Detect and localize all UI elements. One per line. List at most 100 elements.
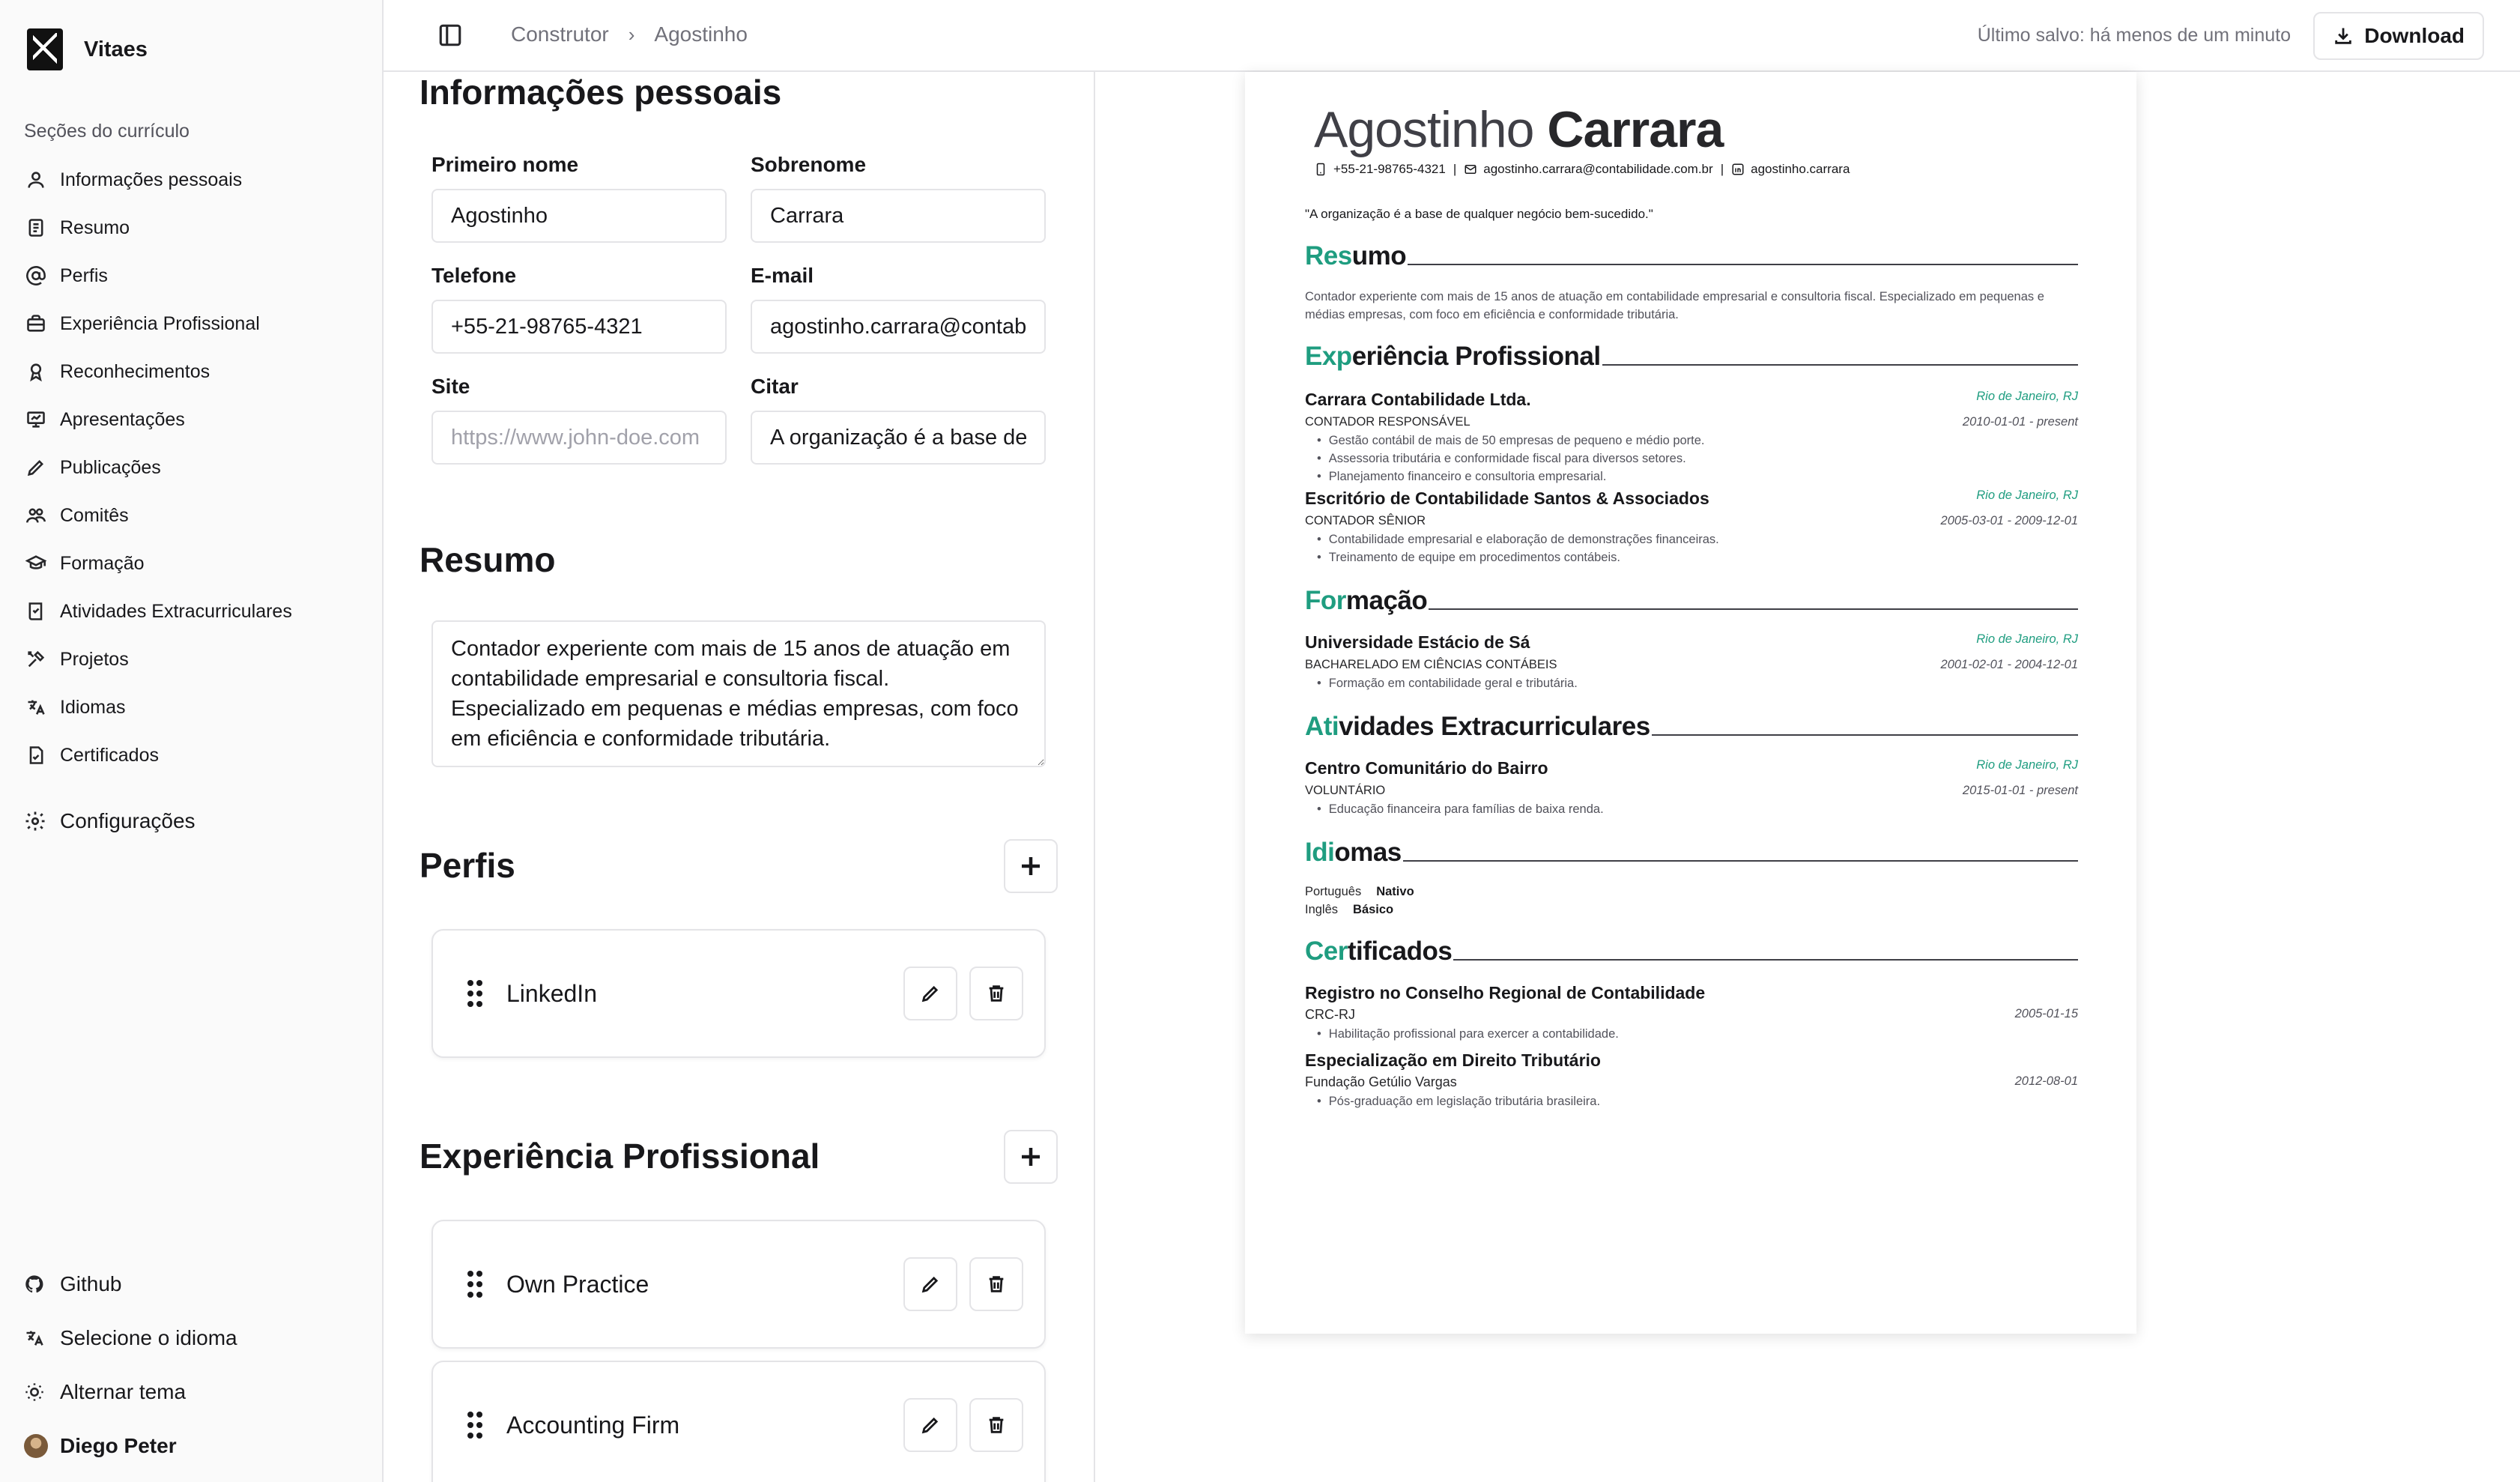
sidebar-item-informacoes-pessoais[interactable]: Informações pessoais: [24, 156, 292, 204]
gear-icon: [24, 809, 48, 833]
download-button[interactable]: Download: [2313, 12, 2484, 60]
summary-textarea[interactable]: Contador experiente com mais de 15 anos …: [431, 620, 1046, 767]
sidebar-item-publicacoes[interactable]: Publicações: [24, 444, 292, 492]
panel-left-icon: [439, 24, 461, 46]
drag-handle-icon[interactable]: [466, 1269, 484, 1299]
resume-first-name: Agostinho: [1314, 101, 1534, 158]
first-name-label: Primeiro nome: [431, 153, 579, 176]
resume-cert-name: Registro no Conselho Regional de Contabi…: [1305, 983, 1706, 1002]
edit-button[interactable]: [903, 1398, 957, 1452]
add-profile-button[interactable]: [1004, 839, 1058, 893]
first-name-field[interactable]: [431, 189, 727, 243]
profile-card[interactable]: LinkedIn: [431, 929, 1046, 1058]
summary-title: Resumo: [420, 540, 556, 579]
graduation-cap-icon: [24, 551, 48, 575]
resume-extra-bullets: Educação financeira para famílias de bai…: [1317, 800, 1604, 818]
sidebar-item-idiomas[interactable]: Idiomas: [24, 683, 292, 731]
experience-card[interactable]: Own Practice: [431, 1220, 1046, 1349]
email-label: E-mail: [751, 264, 814, 287]
breadcrumb-construtor[interactable]: Construtor: [511, 22, 609, 46]
edit-button[interactable]: [903, 967, 957, 1020]
sidebar-item-label: Experiência Profissional: [60, 312, 260, 334]
top-bar: Construtor › Agostinho Último salvo: há …: [384, 0, 2520, 72]
drag-handle-icon[interactable]: [466, 1410, 484, 1440]
quote-label: Citar: [751, 375, 799, 398]
quote-field[interactable]: [751, 411, 1046, 465]
resume-edu-org: Universidade Estácio de Sá: [1305, 632, 1530, 652]
pencil-icon: [921, 1417, 939, 1434]
sidebar-item-projetos[interactable]: Projetos: [24, 635, 292, 683]
resume-exp-location: Rio de Janeiro, RJ: [1976, 390, 2078, 403]
sidebar-item-atividades[interactable]: Atividades Extracurriculares: [24, 587, 292, 635]
delete-button[interactable]: [969, 967, 1023, 1020]
separator: |: [1720, 162, 1724, 176]
separator: |: [1453, 162, 1457, 176]
resume-section-certificates: Certificados: [1305, 937, 2078, 967]
sidebar-item-configuracoes[interactable]: Configurações: [24, 809, 196, 833]
profile-card-title: LinkedIn: [506, 980, 597, 1007]
experience-card[interactable]: Accounting Firm: [431, 1361, 1046, 1482]
resume-cert-date: 2005-01-15: [2014, 1007, 2078, 1020]
trash-icon: [989, 1276, 1004, 1292]
resume-section-education: Formação: [1305, 586, 2078, 616]
pencil-icon: [921, 1276, 939, 1293]
drag-handle-icon[interactable]: [466, 979, 484, 1008]
pencil-icon: [24, 456, 48, 480]
sidebar-toggle-button[interactable]: [437, 22, 464, 49]
plus-icon: [1022, 1148, 1040, 1166]
brand[interactable]: Vitaes: [27, 28, 148, 70]
phone-label: Telefone: [431, 264, 517, 287]
sidebar-item-reconhecimentos[interactable]: Reconhecimentos: [24, 348, 292, 396]
last-name-field[interactable]: [751, 189, 1046, 243]
file-text-icon: [24, 216, 48, 240]
resume-section-extracurricular: Atividades Extracurriculares: [1305, 712, 2078, 742]
resume-cert-issuer: CRC-RJ: [1305, 1007, 1355, 1022]
sidebar-item-formacao[interactable]: Formação: [24, 539, 292, 587]
resume-quote: "A organização é a base de qualquer negó…: [1305, 207, 1653, 221]
resume-phone: +55-21-98765-4321: [1314, 162, 1446, 177]
resume-contact: +55-21-98765-4321 | agostinho.carrara@co…: [1314, 162, 1857, 177]
personal-info-title: Informações pessoais: [420, 73, 782, 112]
resume-edu-degree: Bacharelado em Ciências Contábeis: [1305, 658, 1557, 671]
resume-section-languages: Idiomas: [1305, 838, 2078, 868]
sidebar-item-perfis[interactable]: Perfis: [24, 252, 292, 300]
download-label: Download: [2364, 24, 2465, 47]
resume-edu-bullets: Formação em contabilidade geral e tribut…: [1317, 674, 1578, 692]
language-select[interactable]: Selecione o idioma: [24, 1311, 237, 1365]
users-icon: [24, 503, 48, 527]
theme-toggle[interactable]: Alternar tema: [24, 1365, 237, 1419]
at-sign-icon: [24, 264, 48, 288]
avatar: [24, 1434, 48, 1458]
add-experience-button[interactable]: [1004, 1130, 1058, 1184]
github-link[interactable]: Github: [24, 1257, 237, 1311]
sidebar-item-label: Reconhecimentos: [60, 360, 210, 382]
resume-cert-bullets: Habilitação profissional para exercer a …: [1317, 1025, 1619, 1043]
sidebar-item-apresentacoes[interactable]: Apresentações: [24, 396, 292, 444]
site-field[interactable]: [431, 411, 727, 465]
languages-icon: [24, 1326, 48, 1350]
resume-page: Agostinho Carrara +55-21-98765-4321 | ag…: [1245, 72, 2136, 1334]
breadcrumb: Construtor › Agostinho: [511, 22, 748, 46]
sidebar-item-experiencia[interactable]: Experiência Profissional: [24, 300, 292, 348]
vitaes-logo-icon: [27, 28, 63, 70]
resume-language-row: Inglês Básico: [1305, 903, 1394, 916]
sidebar-item-label: Perfis: [60, 264, 108, 286]
sidebar-item-certificados[interactable]: Certificados: [24, 731, 292, 779]
phone-field[interactable]: [431, 300, 727, 354]
resume-cert-bullets: Pós-graduação em legislação tributária b…: [1317, 1092, 1600, 1110]
user-name: Diego Peter: [60, 1434, 177, 1457]
breadcrumb-current: Agostinho: [654, 22, 748, 46]
sidebar-item-resumo[interactable]: Resumo: [24, 204, 292, 252]
sidebar-item-comites[interactable]: Comitês: [24, 492, 292, 539]
resume-edu-dates: 2001-02-01 - 2004-12-01: [1940, 658, 2078, 671]
experience-card-title: Own Practice: [506, 1271, 649, 1298]
delete-button[interactable]: [969, 1398, 1023, 1452]
user-menu[interactable]: Diego Peter: [24, 1419, 237, 1473]
edit-button[interactable]: [903, 1257, 957, 1311]
trash-icon: [989, 1417, 1004, 1433]
email-field[interactable]: [751, 300, 1046, 354]
delete-button[interactable]: [969, 1257, 1023, 1311]
config-label: Configurações: [60, 809, 196, 832]
sidebar-item-label: Projetos: [60, 648, 129, 670]
file-badge-icon: [24, 743, 48, 767]
